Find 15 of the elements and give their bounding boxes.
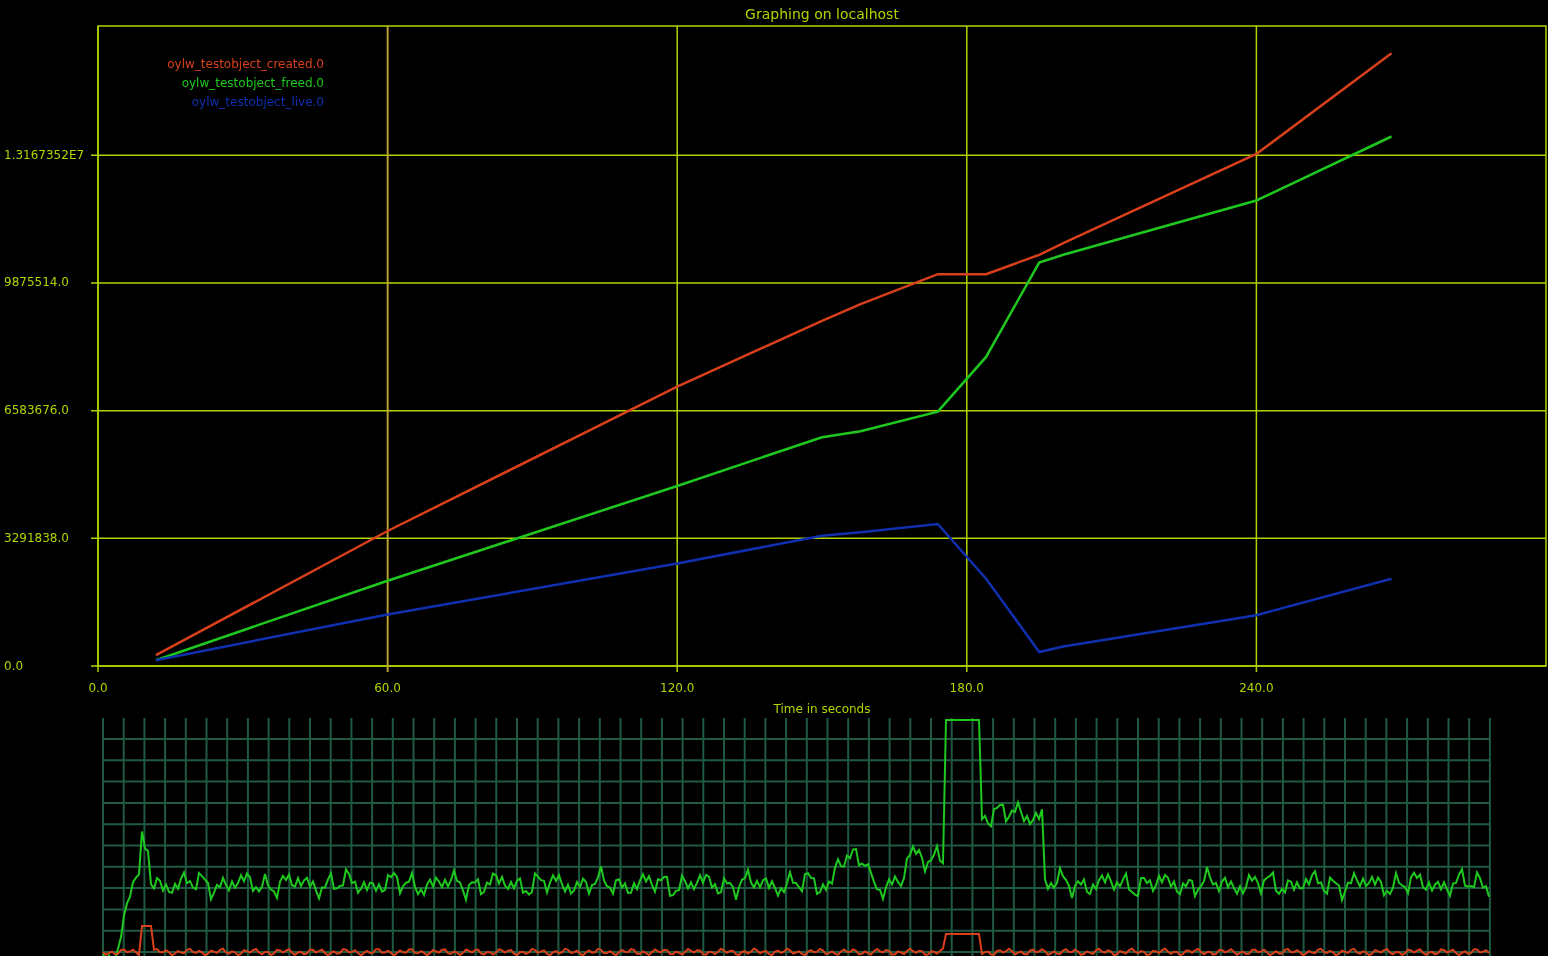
- legend-label: oylw_testobject_created.0: [167, 57, 324, 71]
- x-axis-label: 120.0: [660, 681, 695, 695]
- x-axis-label: 180.0: [949, 681, 984, 695]
- x-axis-title: Time in seconds: [773, 702, 871, 716]
- chart-title: Graphing on localhost: [745, 6, 899, 22]
- y-axis-label: 9875514.0: [4, 275, 69, 290]
- legend-label: oylw_testobject_live.0: [191, 95, 324, 109]
- x-axis-label: 240.0: [1239, 681, 1274, 695]
- x-axis-label: 60.0: [374, 681, 401, 695]
- x-axis-label: 0.0: [88, 681, 108, 695]
- y-axis-label: 1.3167352E7: [4, 147, 85, 162]
- y-axis-label: 6583676.0: [4, 403, 69, 418]
- y-axis-label: 3291838.0: [4, 530, 69, 545]
- legend-label: oylw_testobject_freed.0: [181, 76, 324, 90]
- y-axis-label: 0.0: [4, 658, 24, 673]
